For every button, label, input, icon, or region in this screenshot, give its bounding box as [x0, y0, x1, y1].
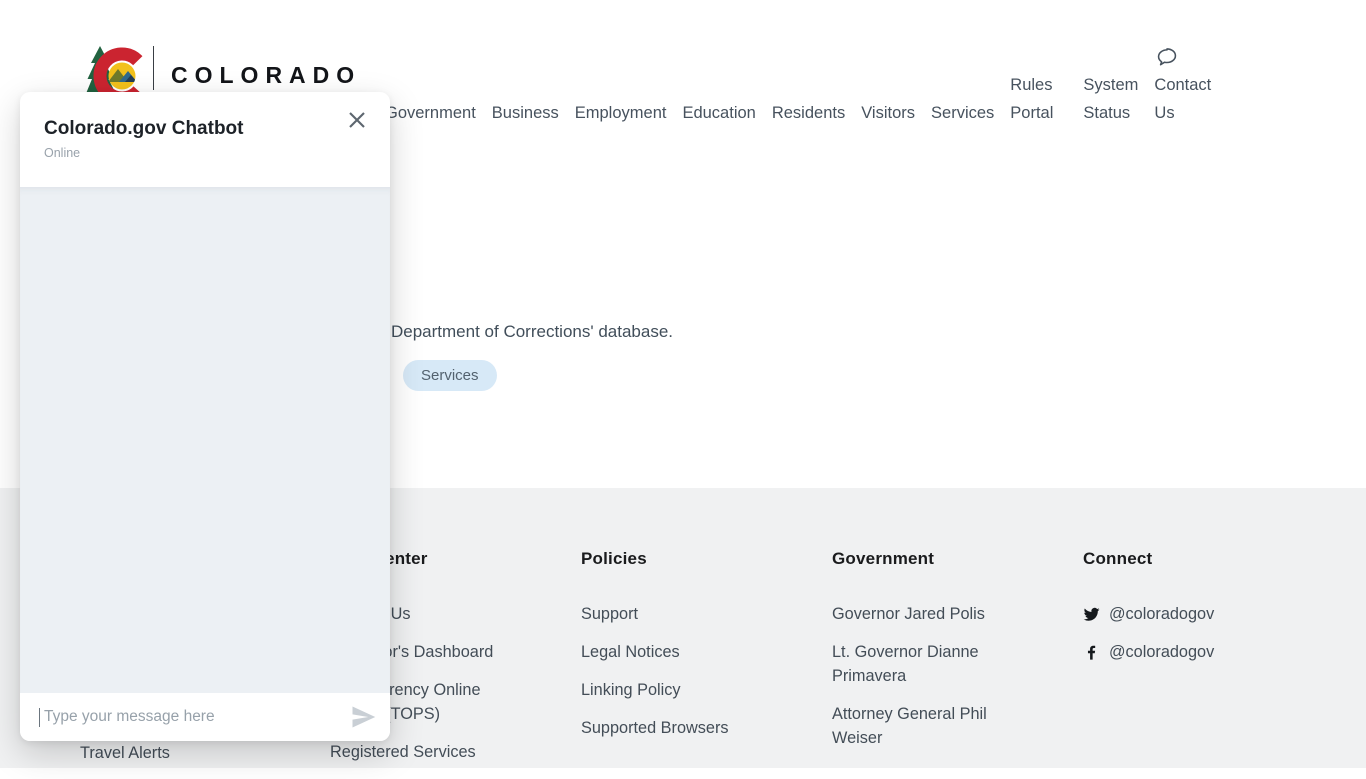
nav-item-rules-portal[interactable]: Rules Portal	[1010, 71, 1053, 127]
logo-divider	[153, 46, 154, 90]
footer-facebook-handle: @coloradogov	[1109, 640, 1214, 664]
top-navigation: Government Business Employment Education…	[385, 41, 1211, 127]
footer-link-lt-governor[interactable]: Lt. Governor Dianne Primavera	[832, 640, 1017, 688]
footer-link-governor[interactable]: Governor Jared Polis	[832, 602, 1017, 626]
twitter-bird-icon	[1083, 606, 1100, 623]
footer-column-1: Travel Alerts	[80, 741, 265, 779]
chatbot-message-input[interactable]	[42, 707, 341, 727]
footer-link-attorney-general[interactable]: Attorney General Phil Weiser	[832, 702, 1017, 750]
footer-link-travel-alerts[interactable]: Travel Alerts	[80, 741, 265, 765]
service-description-text: Department of Corrections' database.	[391, 320, 673, 344]
nav-item-employment[interactable]: Employment	[575, 99, 667, 127]
chatbot-send-button[interactable]	[349, 703, 377, 731]
nav-item-system-status[interactable]: System Status	[1083, 71, 1138, 127]
chat-bubble-icon	[1156, 46, 1178, 68]
facebook-f-icon	[1083, 644, 1100, 661]
logo-wordmark: COLORADO	[171, 62, 361, 89]
footer-heading-policies: Policies	[581, 549, 766, 569]
text-caret	[39, 708, 40, 727]
footer-link-linking-policy[interactable]: Linking Policy	[581, 678, 766, 702]
close-icon	[348, 111, 366, 129]
footer-link-facebook[interactable]: @coloradogov	[1083, 640, 1268, 664]
chatbot-header: Colorado.gov Chatbot Online	[20, 92, 390, 187]
nav-item-government[interactable]: Government	[385, 99, 476, 127]
chatbot-status: Online	[44, 146, 366, 160]
chatbot-input-bar	[20, 693, 390, 741]
category-tag-services[interactable]: Services	[403, 360, 497, 391]
footer-heading-connect: Connect	[1083, 549, 1268, 569]
footer-link-twitter[interactable]: @coloradogov	[1083, 602, 1268, 626]
nav-item-residents[interactable]: Residents	[772, 99, 845, 127]
chatbot-close-button[interactable]	[346, 108, 370, 132]
chatbot-panel: Colorado.gov Chatbot Online	[20, 92, 390, 741]
nav-item-visitors[interactable]: Visitors	[861, 99, 915, 127]
nav-item-contact-us[interactable]: Contact Us	[1154, 46, 1211, 127]
nav-item-contact-us-label: Contact Us	[1154, 71, 1211, 127]
footer-link-supported-browsers[interactable]: Supported Browsers	[581, 716, 766, 740]
chatbot-message-area	[20, 187, 390, 693]
footer-link-registered-services[interactable]: Registered Services	[330, 740, 515, 764]
nav-item-business[interactable]: Business	[492, 99, 559, 127]
footer-twitter-handle: @coloradogov	[1109, 602, 1214, 626]
nav-item-education[interactable]: Education	[682, 99, 755, 127]
footer-column-government: Government Governor Jared Polis Lt. Gove…	[832, 549, 1017, 764]
chatbot-title: Colorado.gov Chatbot	[44, 118, 366, 140]
footer-column-policies: Policies Support Legal Notices Linking P…	[581, 549, 766, 754]
footer-column-connect: Connect @coloradogov @coloradogov	[1083, 549, 1268, 678]
send-icon	[349, 703, 377, 731]
footer-heading-government: Government	[832, 549, 1017, 569]
nav-item-services[interactable]: Services	[931, 99, 994, 127]
footer-link-support[interactable]: Support	[581, 602, 766, 626]
footer-link-legal-notices[interactable]: Legal Notices	[581, 640, 766, 664]
